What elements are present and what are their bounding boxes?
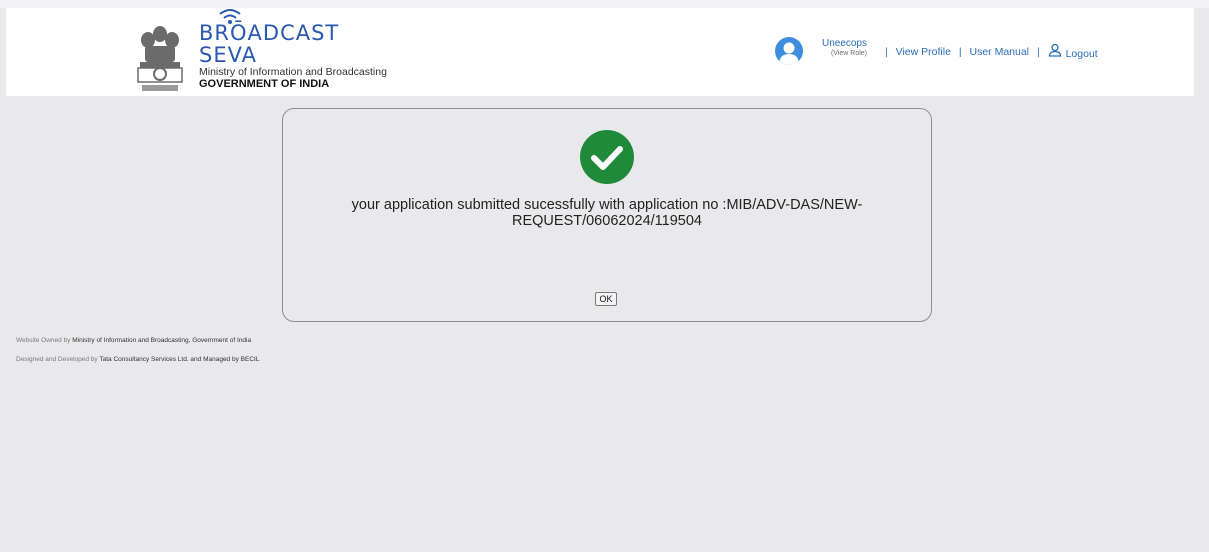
success-dialog: your application submitted sucessfully w… (282, 108, 932, 322)
ministry-name: Ministry of Information and Broadcasting (199, 66, 387, 78)
site-header: BRŌADCAST SEVA Ministry of Information a… (6, 8, 1194, 96)
logout-link[interactable]: Logout (1048, 43, 1098, 60)
success-message-line1: your application submitted sucessfully w… (351, 197, 863, 213)
ok-button[interactable]: OK (595, 292, 617, 306)
user-avatar-icon[interactable] (775, 37, 803, 65)
nav-separator: | (885, 45, 888, 58)
check-circle-icon (580, 130, 634, 184)
footer-credits: Designed and Developed by Tata Consultan… (16, 356, 259, 363)
footer-owner: Ministry of Information and Broadcasting… (72, 337, 252, 344)
logout-label: Logout (1065, 48, 1098, 61)
footer-ownership: Website Owned by Ministry of Information… (16, 337, 251, 344)
top-strip (0, 0, 1209, 8)
user-outline-icon (1048, 43, 1061, 57)
user-manual-link[interactable]: User Manual (969, 46, 1029, 58)
brand-name-line1: BRŌADCAST (199, 21, 340, 45)
government-name: GOVERNMENT OF INDIA (199, 78, 330, 90)
footer-ownership-prefix: Website Owned by (16, 337, 71, 344)
success-message-line2: REQUEST/06062024/119504 (512, 213, 702, 229)
national-emblem-icon (137, 26, 183, 91)
view-profile-link[interactable]: View Profile (896, 46, 951, 58)
view-role-link[interactable]: (View Role) (817, 50, 867, 57)
username[interactable]: Uneecops (817, 38, 867, 49)
footer-developer: Tata Consultancy Services Ltd. and Manag… (99, 356, 260, 363)
brand-name-line2: SEVA (199, 43, 257, 67)
footer-credits-prefix: Designed and Developed by (16, 356, 98, 363)
header-nav: | View Profile | User Manual | Logout (880, 43, 1098, 60)
nav-separator: | (1036, 45, 1040, 58)
nav-separator: | (958, 45, 962, 58)
success-message: your application submitted sucessfully w… (323, 197, 891, 229)
